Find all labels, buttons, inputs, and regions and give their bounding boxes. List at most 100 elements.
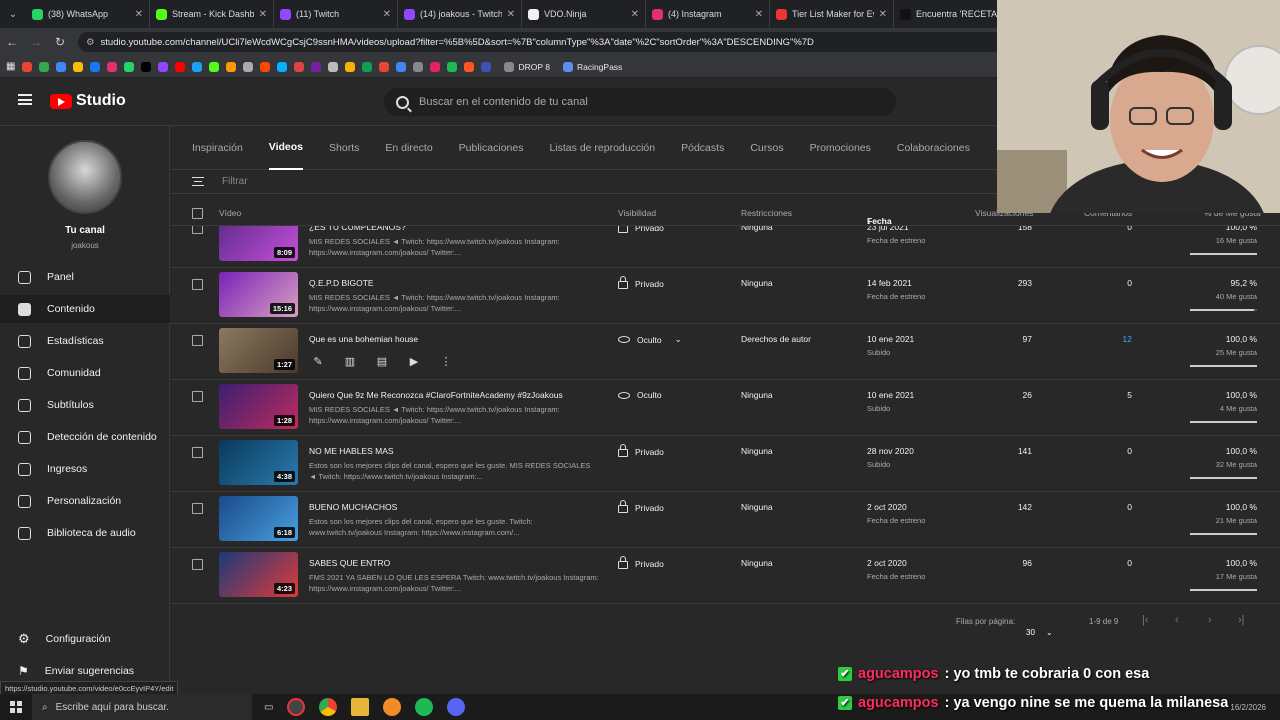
more-options-icon[interactable]: ⋮ — [437, 352, 455, 370]
discord-icon[interactable] — [447, 698, 466, 716]
chrome-icon[interactable] — [319, 698, 338, 716]
close-icon[interactable]: ✕ — [507, 9, 515, 20]
tab-content-9[interactable]: Colaboraciones — [897, 126, 970, 170]
bookmark-favicon-icon[interactable] — [90, 61, 101, 72]
tab-content-3[interactable]: En directo — [385, 126, 432, 170]
channel-search[interactable]: Buscar en el contenido de tu canal — [384, 88, 896, 116]
video-thumbnail[interactable]: 15:16 — [219, 272, 298, 317]
video-title[interactable]: ¿ES TU CUMPLEAÑOS? — [309, 226, 406, 232]
video-thumbnail[interactable]: 4:23 — [219, 552, 298, 597]
sidebar-item-4[interactable]: Subtítulos — [0, 391, 170, 419]
site-info-icon[interactable]: ⚙ — [86, 37, 95, 48]
forward-icon[interactable]: → — [24, 35, 48, 49]
task-view-icon[interactable]: ▭ — [264, 702, 273, 713]
bookmark-favicon-icon[interactable] — [311, 61, 322, 72]
table-row[interactable]: 1:28 Quiero Que 9z Me Reconozca #ClaroFor… — [170, 380, 1280, 436]
bookmark-favicon-icon[interactable] — [243, 61, 254, 72]
back-icon[interactable]: ← — [0, 35, 24, 49]
video-thumbnail[interactable]: 1:28 — [219, 384, 298, 429]
app-icon[interactable] — [383, 698, 402, 716]
bookmark-favicon-icon[interactable] — [260, 61, 271, 72]
tab-content-8[interactable]: Promociones — [810, 126, 871, 170]
studio-logo[interactable]: Studio — [50, 92, 126, 110]
row-checkbox[interactable] — [192, 559, 203, 570]
menu-icon[interactable] — [18, 94, 32, 105]
video-title[interactable]: Quiero Que 9z Me Reconozca #ClaroFortnit… — [309, 390, 563, 400]
bookmark-favicon-icon[interactable] — [141, 61, 152, 72]
sidebar-item-2[interactable]: Estadísticas — [0, 327, 170, 355]
file-explorer-icon[interactable] — [351, 698, 370, 716]
apps-icon[interactable]: ▦ — [6, 61, 15, 72]
bookmark-favicon-icon[interactable] — [328, 61, 339, 72]
bookmark-favicon-icon[interactable] — [175, 61, 186, 72]
sidebar-item-6[interactable]: Ingresos — [0, 455, 170, 483]
obs-icon[interactable] — [287, 698, 306, 716]
video-title[interactable]: BUENO MUCHACHOS — [309, 502, 397, 512]
row-checkbox[interactable] — [192, 226, 203, 234]
row-checkbox[interactable] — [192, 335, 203, 346]
analytics-icon[interactable]: ▥ — [341, 352, 359, 370]
browser-tab[interactable]: (11) Twitch ✕ — [274, 0, 398, 28]
bookmark-favicon-icon[interactable] — [481, 61, 492, 72]
close-icon[interactable]: ✕ — [879, 9, 887, 20]
close-icon[interactable]: ✕ — [755, 9, 763, 20]
taskbar-search[interactable]: ⌕ Escribe aquí para buscar. — [32, 694, 252, 720]
video-thumbnail[interactable]: 8:09 — [219, 226, 298, 261]
sidebar-item-feedback[interactable]: ⚑ Enviar sugerencias — [0, 659, 170, 683]
tab-content-4[interactable]: Publicaciones — [459, 126, 524, 170]
video-title[interactable]: SABES QUE ENTRO — [309, 558, 390, 568]
bookmark-favicon-icon[interactable] — [379, 61, 390, 72]
prev-page-icon[interactable]: ‹ — [1175, 614, 1179, 626]
bookmark-favicon-icon[interactable] — [413, 61, 424, 72]
bookmark-favicon-icon[interactable] — [73, 61, 84, 72]
bookmark-favicon-icon[interactable] — [39, 61, 50, 72]
edit-pencil-icon[interactable]: ✎ — [309, 352, 327, 370]
bookmark-favicon-icon[interactable] — [158, 61, 169, 72]
close-icon[interactable]: ✕ — [259, 9, 267, 20]
video-title[interactable]: Q.E.P.D BIGOTE — [309, 278, 374, 288]
sidebar-item-8[interactable]: Biblioteca de audio — [0, 519, 170, 547]
close-icon[interactable]: ✕ — [383, 9, 391, 20]
visibility-cell[interactable]: Oculto ⌄ — [618, 334, 682, 345]
sidebar-item-7[interactable]: Personalización — [0, 487, 170, 515]
table-row[interactable]: 4:38 NO ME HABLES MAS Estos son los mejore… — [170, 436, 1280, 492]
tab-content-7[interactable]: Cursos — [750, 126, 783, 170]
table-row[interactable]: 4:23 SABES QUE ENTRO FMS 2021 YA SABEN LO … — [170, 548, 1280, 604]
bookmark-favicon-icon[interactable] — [107, 61, 118, 72]
bookmark-favicon-icon[interactable] — [447, 61, 458, 72]
tab-content-0[interactable]: Inspiración — [192, 126, 243, 170]
browser-tab[interactable]: VDO.Ninja ✕ — [522, 0, 646, 28]
row-checkbox[interactable] — [192, 279, 203, 290]
next-page-icon[interactable]: › — [1208, 614, 1212, 626]
sidebar-item-0[interactable]: Panel — [0, 263, 170, 291]
table-row[interactable]: 6:18 BUENO MUCHACHOS Estos son los mejores… — [170, 492, 1280, 548]
row-checkbox[interactable] — [192, 503, 203, 514]
close-icon[interactable]: ✕ — [135, 9, 143, 20]
row-checkbox[interactable] — [192, 447, 203, 458]
tab-content-6[interactable]: Pódcasts — [681, 126, 724, 170]
bookmark-racingpass[interactable]: RacingPass — [562, 61, 622, 72]
browser-tab[interactable]: (38) WhatsApp ✕ — [26, 0, 150, 28]
sidebar-item-1[interactable]: Contenido — [0, 295, 170, 323]
bookmark-favicon-icon[interactable] — [124, 61, 135, 72]
video-thumbnail[interactable]: 6:18 — [219, 496, 298, 541]
table-row[interactable]: 8:09 ¿ES TU CUMPLEAÑOS? MIS REDES SOCIALES… — [170, 226, 1280, 268]
bookmark-favicon-icon[interactable] — [209, 61, 220, 72]
sidebar-item-5[interactable]: Detección de contenido — [0, 423, 170, 451]
select-all-checkbox[interactable] — [192, 208, 203, 219]
comments-icon[interactable]: ▤ — [373, 352, 391, 370]
video-title[interactable]: Que es una bohemian house — [309, 334, 418, 344]
reload-icon[interactable]: ↻ — [48, 35, 72, 49]
spotify-icon[interactable] — [415, 698, 434, 716]
tab-list-button[interactable]: ⌄ — [0, 9, 26, 20]
comments-cell[interactable]: 12 — [1070, 334, 1132, 344]
bookmark-favicon-icon[interactable] — [345, 61, 356, 72]
bookmark-favicon-icon[interactable] — [22, 61, 33, 72]
bookmark-favicon-icon[interactable] — [277, 61, 288, 72]
browser-tab[interactable]: (4) Instagram ✕ — [646, 0, 770, 28]
table-row[interactable]: 15:16 Q.E.P.D BIGOTE MIS REDES SOCIALES ◄ … — [170, 268, 1280, 324]
bookmark-favicon-icon[interactable] — [192, 61, 203, 72]
bookmark-favicon-icon[interactable] — [464, 61, 475, 72]
video-thumbnail[interactable]: 1:27 — [219, 328, 298, 373]
sidebar-item-settings[interactable]: ⚙ Configuración — [0, 627, 170, 651]
